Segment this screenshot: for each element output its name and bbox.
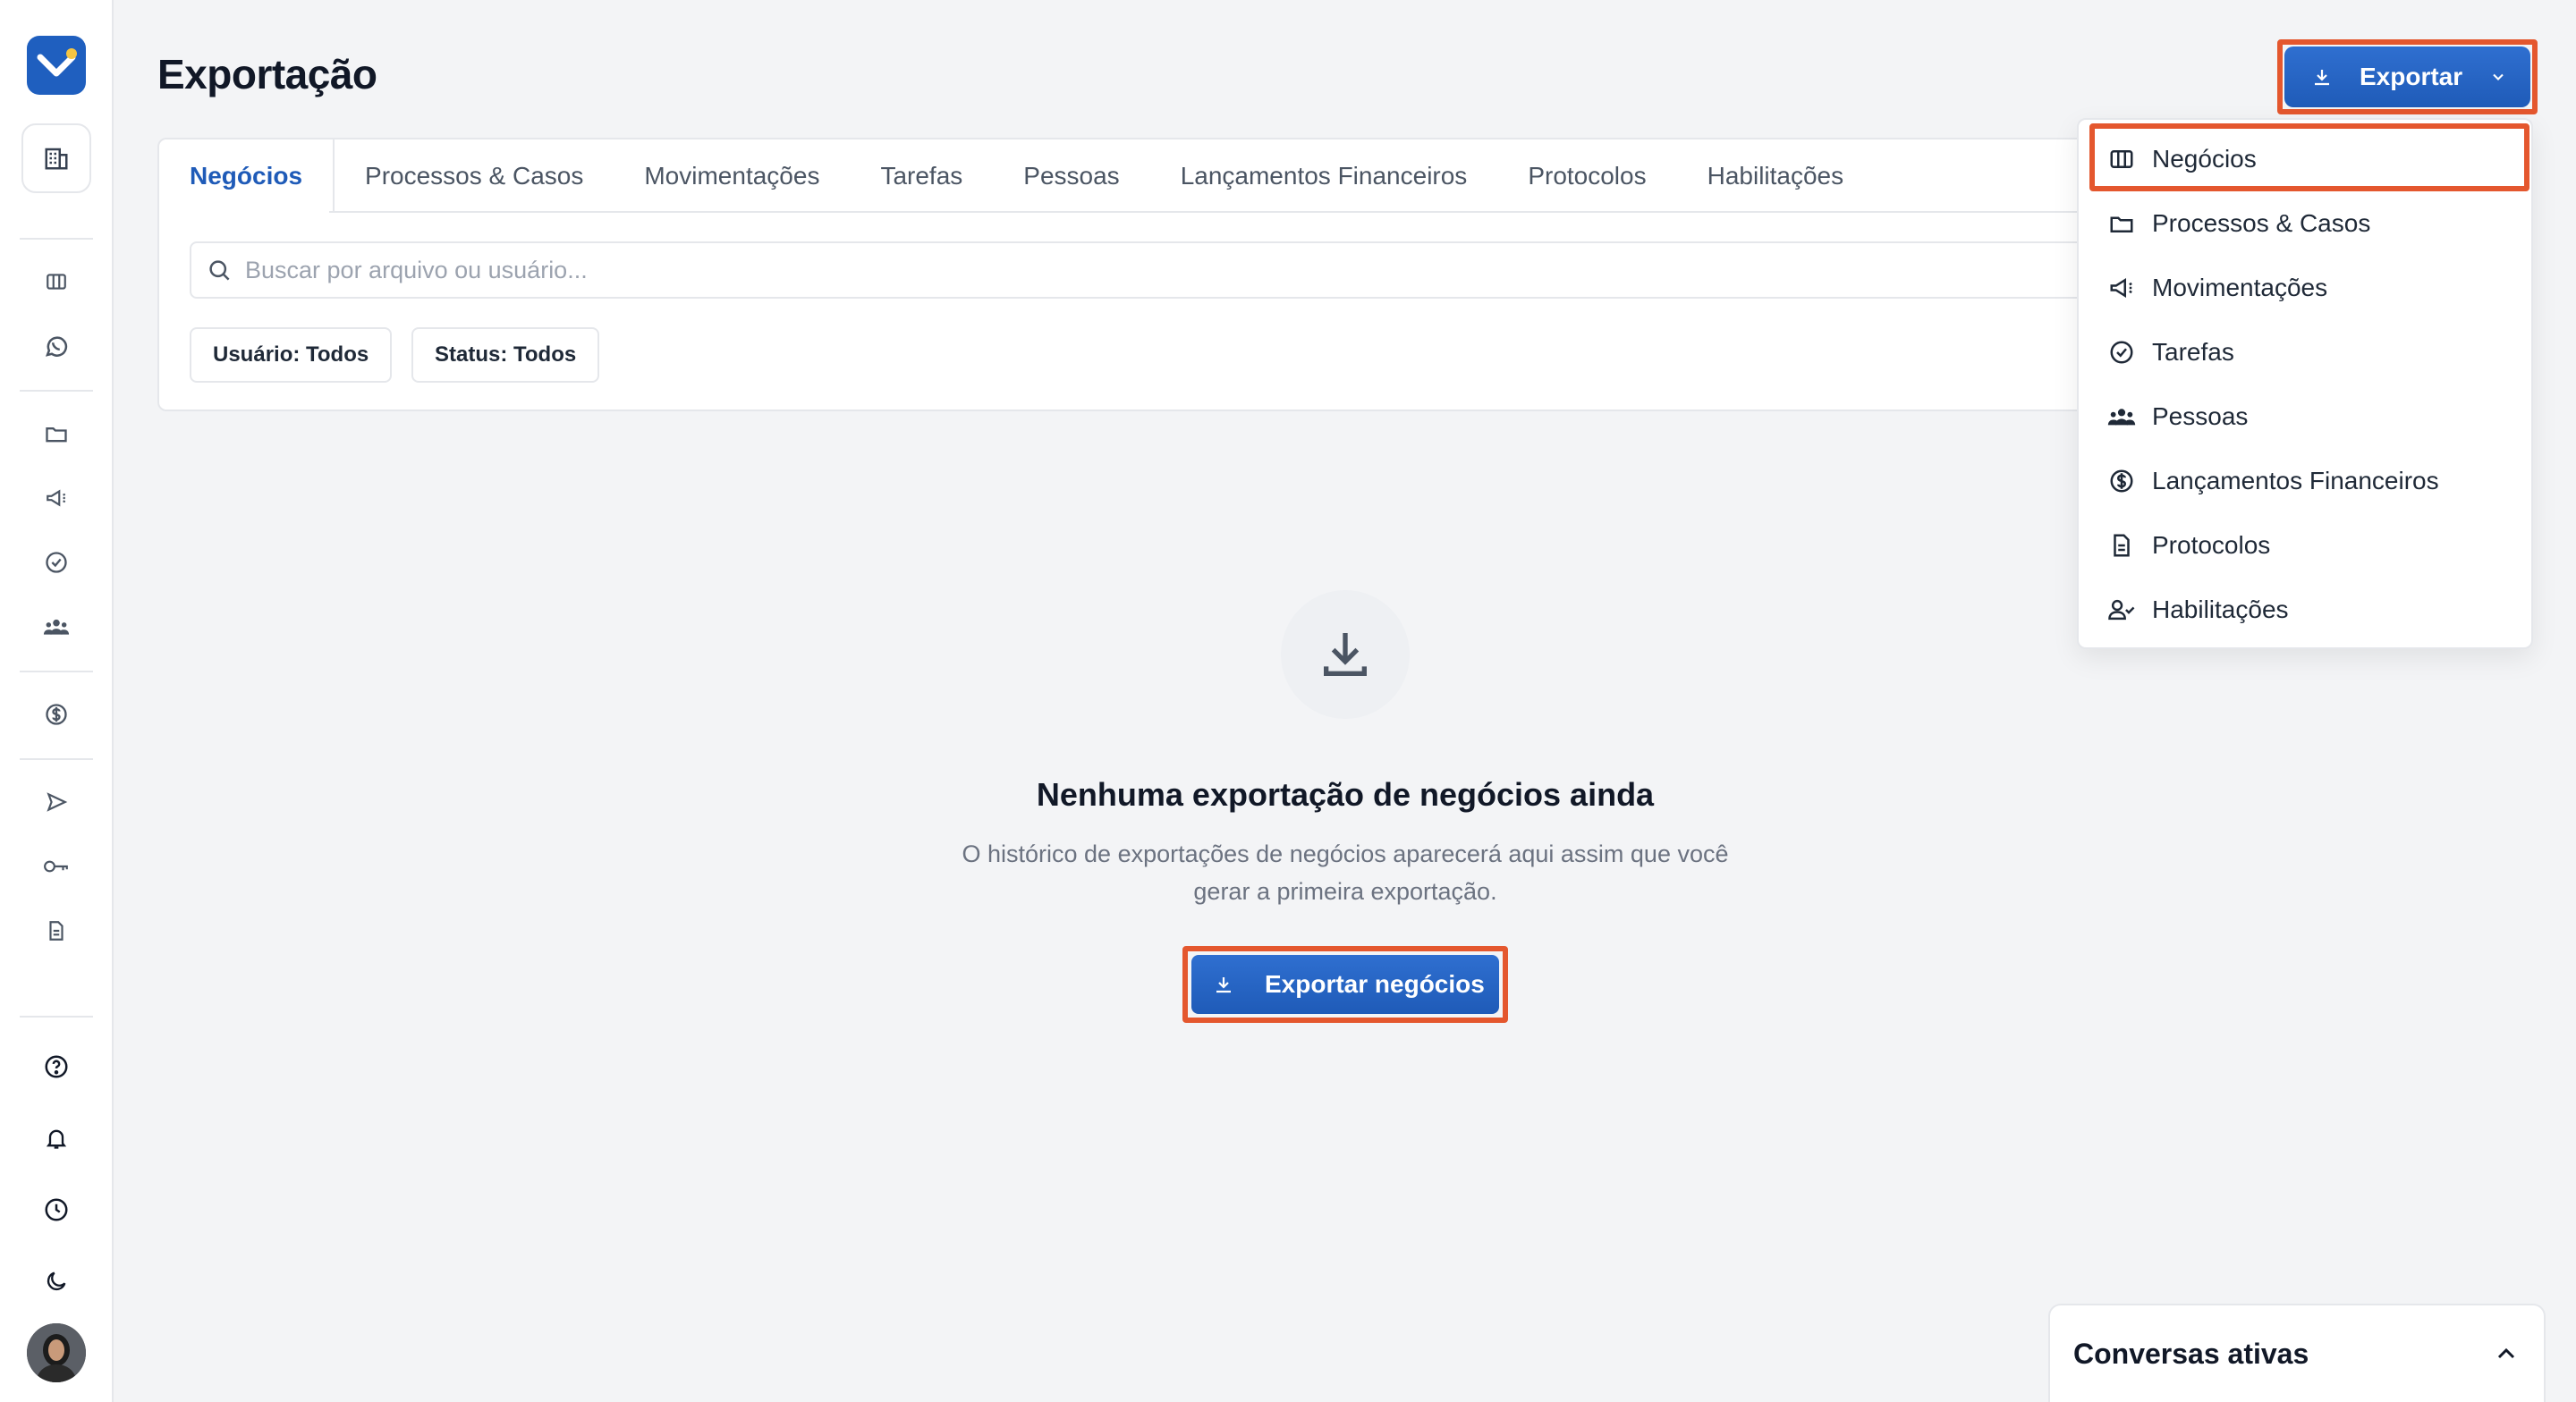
clock-icon bbox=[43, 1196, 70, 1223]
sidebar-divider bbox=[20, 390, 93, 392]
download-icon bbox=[1317, 626, 1374, 683]
sidebar-item-pessoas[interactable] bbox=[36, 606, 77, 647]
megaphone-icon bbox=[2106, 272, 2138, 304]
filter-user[interactable]: Usuário: Todos bbox=[190, 327, 393, 383]
tab-movimentacoes[interactable]: Movimentações bbox=[614, 139, 850, 213]
folder-icon bbox=[44, 421, 69, 446]
sidebar-divider bbox=[20, 758, 93, 760]
tab-processos-casos[interactable]: Processos & Casos bbox=[335, 139, 614, 213]
sidebar-divider bbox=[20, 671, 93, 672]
people-icon bbox=[2106, 401, 2138, 433]
sidebar-item-financeiro[interactable] bbox=[36, 694, 77, 735]
sidebar-item-company[interactable] bbox=[21, 123, 91, 193]
export-button-label: Exportar bbox=[2360, 63, 2463, 90]
sidebar-divider bbox=[20, 1016, 93, 1018]
dollar-icon bbox=[44, 702, 69, 727]
sidebar-item-envios[interactable] bbox=[36, 781, 77, 823]
menu-item-label: Protocolos bbox=[2152, 531, 2271, 559]
menu-item-label: Pessoas bbox=[2152, 402, 2249, 430]
sidebar-item-protocolos[interactable] bbox=[36, 910, 77, 951]
empty-state-description-line: gerar a primeira exportação. bbox=[1193, 878, 1497, 905]
menu-item-negocios[interactable]: Negócios bbox=[2106, 132, 2508, 186]
tab-bar: Negócios Processos & Casos Movimentações… bbox=[159, 139, 1874, 213]
empty-state-icon bbox=[1281, 590, 1410, 719]
menu-item-label: Movimentações bbox=[2152, 274, 2328, 301]
menu-item-label: Processos & Casos bbox=[2152, 209, 2371, 237]
menu-item-processos-casos[interactable]: Processos & Casos bbox=[2106, 197, 2508, 250]
tab-habilitacoes[interactable]: Habilitações bbox=[1677, 139, 1875, 213]
check-circle-icon bbox=[2106, 336, 2138, 368]
sidebar-item-movimentacoes[interactable] bbox=[36, 477, 77, 519]
export-dropdown-menu: Negócios Processos & Casos Movimentações… bbox=[2077, 118, 2533, 649]
tab-negocios[interactable]: Negócios bbox=[159, 139, 335, 213]
menu-item-label: Negócios bbox=[2152, 145, 2257, 173]
export-negocios-button[interactable]: Exportar negócios bbox=[1191, 955, 1499, 1014]
active-conversations-panel[interactable]: Conversas ativas bbox=[2048, 1304, 2546, 1402]
tabs-divider bbox=[329, 211, 2284, 213]
key-icon bbox=[43, 856, 70, 877]
chat-panel-title: Conversas ativas bbox=[2073, 1337, 2309, 1370]
search-input[interactable]: Buscar por arquivo ou usuário... bbox=[190, 241, 2247, 299]
sidebar-item-whatsapp[interactable] bbox=[36, 325, 77, 367]
tab-protocolos[interactable]: Protocolos bbox=[1497, 139, 1676, 213]
sidebar-item-history[interactable] bbox=[36, 1189, 77, 1230]
avatar[interactable] bbox=[27, 1323, 86, 1382]
tab-pessoas[interactable]: Pessoas bbox=[993, 139, 1149, 213]
export-negocios-label: Exportar negócios bbox=[1265, 970, 1485, 998]
check-circle-icon bbox=[44, 550, 69, 575]
app-logo[interactable] bbox=[27, 36, 86, 95]
download-icon bbox=[2311, 66, 2333, 88]
sidebar-item-notifications[interactable] bbox=[36, 1118, 77, 1159]
people-icon bbox=[42, 615, 71, 638]
empty-state-description: O histórico de exportações de negócios a… bbox=[930, 835, 1760, 910]
export-button[interactable]: Exportar bbox=[2284, 46, 2530, 107]
sidebar-item-processos[interactable] bbox=[36, 413, 77, 454]
tab-tarefas[interactable]: Tarefas bbox=[850, 139, 993, 213]
sidebar-item-tarefas[interactable] bbox=[36, 542, 77, 583]
empty-state-title: Nenhuma exportação de negócios ainda bbox=[1036, 776, 1655, 813]
bell-icon bbox=[44, 1125, 69, 1152]
user-check-icon bbox=[2106, 594, 2138, 626]
sidebar-item-theme[interactable] bbox=[36, 1261, 77, 1302]
moon-icon bbox=[44, 1269, 69, 1294]
search-icon bbox=[206, 257, 233, 283]
send-icon bbox=[45, 790, 68, 814]
building-icon bbox=[43, 145, 70, 172]
sidebar-item-help[interactable] bbox=[36, 1046, 77, 1087]
menu-item-label: Habilitações bbox=[2152, 595, 2289, 623]
download-icon bbox=[1213, 974, 1234, 995]
tab-lancamentos-financeiros[interactable]: Lançamentos Financeiros bbox=[1150, 139, 1498, 213]
document-icon bbox=[2106, 529, 2138, 562]
menu-item-label: Tarefas bbox=[2152, 338, 2234, 366]
empty-state-description-line: O histórico de exportações de negócios a… bbox=[962, 840, 1729, 867]
menu-item-tarefas[interactable]: Tarefas bbox=[2106, 325, 2508, 379]
whatsapp-icon bbox=[43, 333, 70, 359]
menu-item-lancamentos-financeiros[interactable]: Lançamentos Financeiros bbox=[2106, 454, 2508, 508]
kanban-icon bbox=[45, 270, 68, 293]
document-icon bbox=[45, 918, 68, 943]
filter-status[interactable]: Status: Todos bbox=[411, 327, 600, 383]
sidebar bbox=[0, 0, 114, 1402]
chevron-up-icon[interactable] bbox=[2492, 1339, 2521, 1368]
page-title: Exportação bbox=[157, 51, 377, 97]
sidebar-item-negocios[interactable] bbox=[36, 261, 77, 302]
menu-item-pessoas[interactable]: Pessoas bbox=[2106, 390, 2508, 443]
kanban-icon bbox=[2106, 143, 2138, 175]
menu-item-protocolos[interactable]: Protocolos bbox=[2106, 519, 2508, 572]
chevron-down-icon bbox=[2489, 68, 2507, 86]
megaphone-icon bbox=[45, 486, 68, 510]
help-icon bbox=[43, 1053, 70, 1080]
menu-item-movimentacoes[interactable]: Movimentações bbox=[2106, 261, 2508, 315]
folder-icon bbox=[2106, 207, 2138, 240]
sidebar-item-habilitacoes-key[interactable] bbox=[36, 846, 77, 887]
logo-dot bbox=[66, 48, 77, 59]
search-placeholder: Buscar por arquivo ou usuário... bbox=[245, 256, 588, 283]
sidebar-divider bbox=[20, 238, 93, 240]
exports-card: Negócios Processos & Casos Movimentações… bbox=[157, 138, 2286, 411]
dollar-icon bbox=[2106, 465, 2138, 497]
menu-item-label: Lançamentos Financeiros bbox=[2152, 467, 2439, 494]
menu-item-habilitacoes[interactable]: Habilitações bbox=[2106, 583, 2508, 637]
